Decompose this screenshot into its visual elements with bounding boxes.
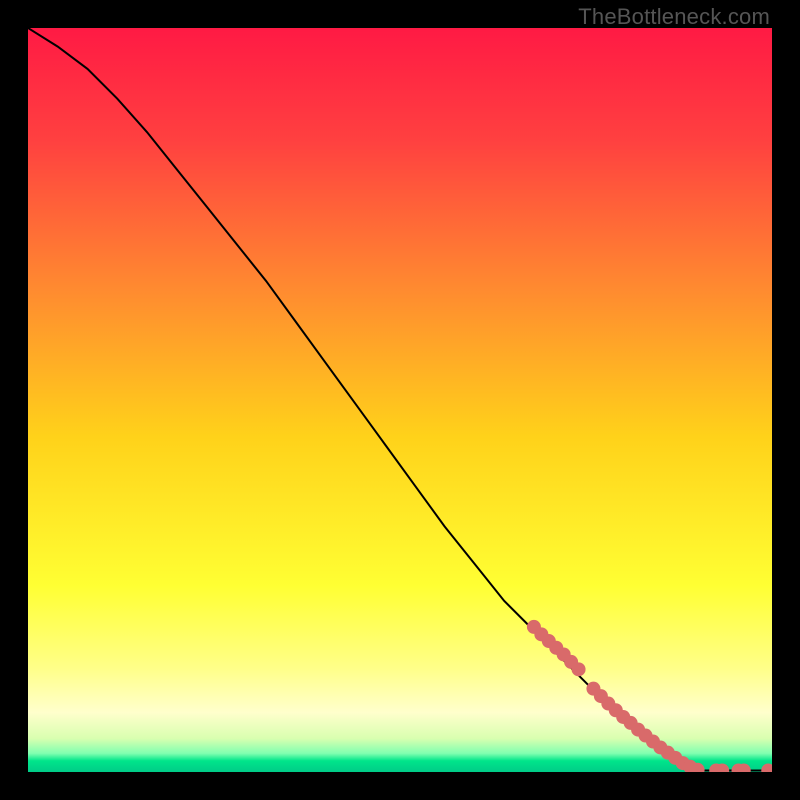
data-point <box>761 764 772 772</box>
chart-frame: TheBottleneck.com <box>0 0 800 800</box>
data-point <box>572 662 586 676</box>
plot-area <box>28 28 772 772</box>
chart-curve <box>28 28 772 772</box>
watermark-text: TheBottleneck.com <box>578 4 770 30</box>
